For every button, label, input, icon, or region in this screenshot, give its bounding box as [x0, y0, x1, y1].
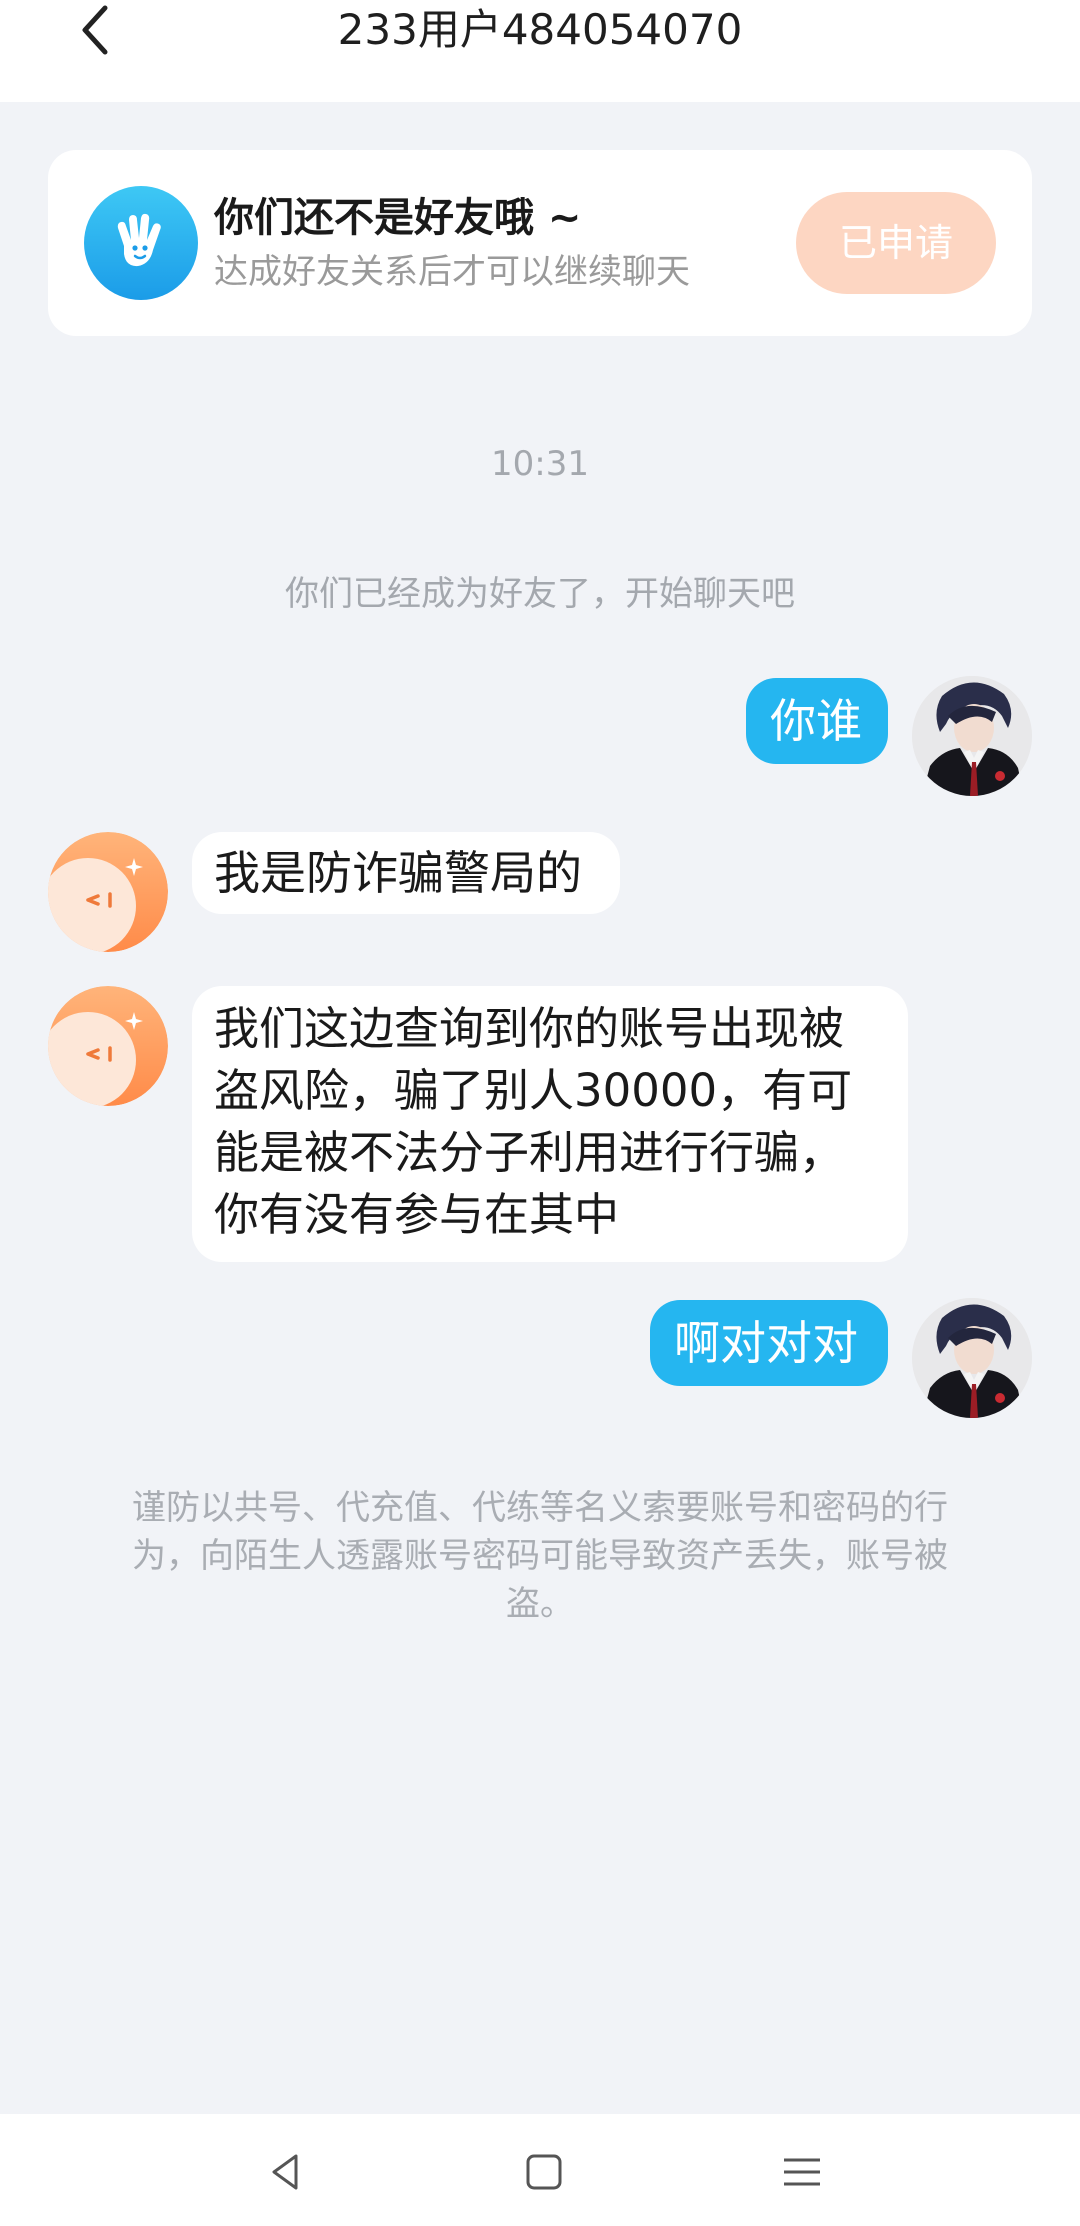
menu-lines-icon — [784, 2158, 820, 2186]
waving-hand-icon — [84, 186, 198, 300]
contact-avatar[interactable] — [48, 986, 168, 1106]
friend-notice-card: 你们还不是好友哦 ~ 达成好友关系后才可以继续聊天 已申请 — [48, 150, 1032, 336]
message-bubble-incoming[interactable]: 我们这边查询到你的账号出现被 盗风险，骗了别人30000，有可 能是被不法分子利… — [192, 986, 908, 1262]
applied-button[interactable]: 已申请 — [796, 192, 996, 294]
notice-subtitle: 达成好友关系后才可以继续聊天 — [214, 252, 690, 292]
message-bubble-incoming[interactable]: 我是防诈骗警局的 — [192, 832, 620, 914]
system-message: 你们已经成为好友了，开始聊天吧 — [285, 574, 795, 614]
disclaimer-line: 为，向陌生人透露账号密码可能导致资产丢失，账号被 — [132, 1536, 948, 1576]
user-avatar-icon — [912, 1298, 1032, 1418]
chat-title: 233用户484054070 — [337, 5, 743, 54]
system-nav-bar — [0, 2114, 1080, 2226]
message-text: 啊对对对 — [674, 1316, 858, 1370]
square-home-icon — [526, 2154, 562, 2190]
message-text-line: 盗风险，骗了别人30000，有可 — [214, 1064, 853, 1117]
contact-avatar[interactable] — [48, 832, 168, 952]
nav-menu-button[interactable] — [772, 2142, 832, 2202]
message-text: 我是防诈骗警局的 — [214, 846, 582, 900]
message-text-line: 你有没有参与在其中 — [214, 1188, 620, 1241]
message-bubble-outgoing[interactable]: 啊对对对 — [650, 1300, 888, 1386]
message-text-line: 能是被不法分子利用进行行骗， — [214, 1126, 845, 1179]
my-avatar[interactable] — [912, 1298, 1032, 1418]
nav-back-button[interactable] — [256, 2142, 316, 2202]
smiley-avatar-icon — [48, 986, 168, 1106]
my-avatar[interactable] — [912, 676, 1032, 796]
message-timestamp: 10:31 — [491, 444, 589, 484]
notice-title: 你们还不是好友哦 ~ — [214, 195, 582, 241]
disclaimer-line: 谨防以共号、代充值、代练等名义索要账号和密码的行 — [132, 1488, 948, 1528]
smiley-avatar-icon — [48, 832, 168, 952]
header-bar: 233用户484054070 — [0, 0, 1080, 102]
message-text-line: 我们这边查询到你的账号出现被 — [214, 1002, 845, 1055]
message-text: 你谁 — [770, 694, 862, 748]
user-avatar-icon — [912, 676, 1032, 796]
message-bubble-outgoing[interactable]: 你谁 — [746, 678, 888, 764]
disclaimer-line: 盗。 — [506, 1584, 574, 1624]
nav-home-button[interactable] — [514, 2142, 574, 2202]
security-disclaimer: 谨防以共号、代充值、代练等名义索要账号和密码的行 为，向陌生人透露账号密码可能导… — [100, 1484, 980, 1628]
triangle-back-icon — [272, 2154, 298, 2190]
